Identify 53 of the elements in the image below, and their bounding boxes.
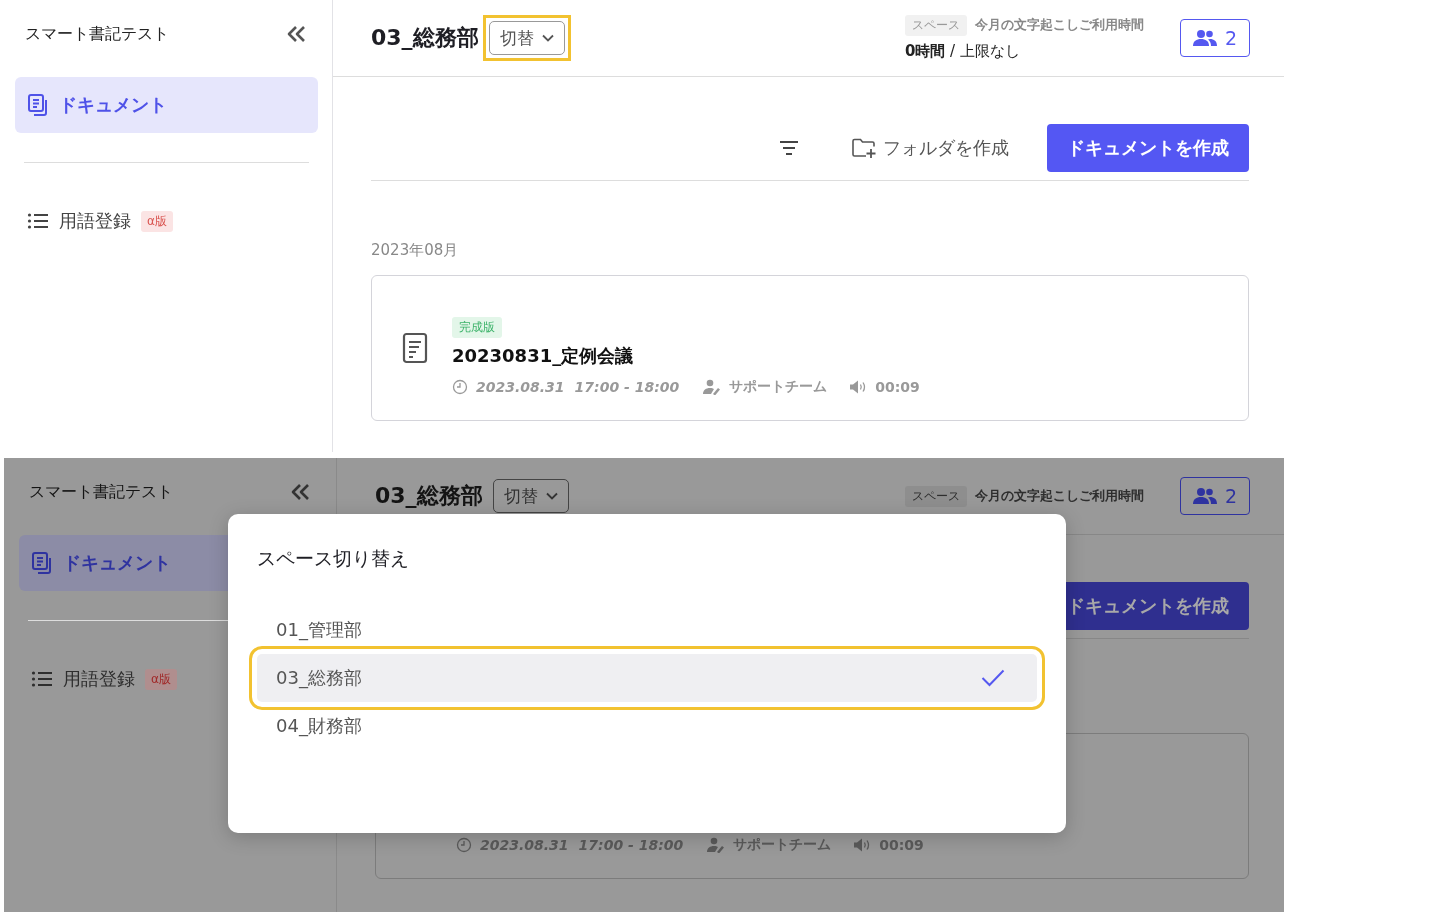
space-option[interactable]: 04_財務部 [257, 702, 1037, 750]
document-date: 2023.08.31 [476, 379, 565, 395]
collapse-icon[interactable] [290, 482, 312, 502]
people-icon [1192, 29, 1217, 47]
speaker-icon [849, 380, 868, 394]
space-option[interactable]: 01_管理部 [257, 606, 1037, 654]
members-button[interactable]: 2 [1179, 19, 1250, 57]
filter-icon[interactable] [779, 139, 799, 156]
chevron-down-icon [545, 492, 558, 500]
collapse-icon[interactable] [286, 24, 308, 44]
check-icon [981, 669, 1005, 687]
list-icon [27, 212, 49, 230]
switch-button[interactable]: 切替 [488, 21, 565, 55]
document-time: 17:00 - 18:00 [578, 837, 684, 853]
alpha-badge: α版 [141, 210, 173, 232]
nav-item[interactable]: 用語登録 α版 [15, 193, 318, 249]
folder-plus-icon [851, 136, 877, 159]
app-title: スマート書記テスト [25, 23, 169, 45]
chevron-down-icon [541, 34, 554, 42]
clock-icon [452, 379, 468, 395]
document-title: 20230831_定例会議 [452, 344, 634, 368]
status-badge: 完成版 [452, 317, 502, 338]
document-duration: 00:09 [875, 379, 920, 395]
alpha-badge: α版 [145, 668, 177, 690]
clock-icon [456, 837, 472, 853]
document-icon [27, 93, 49, 117]
usage-value: 0時間 / 上限なし [904, 42, 1021, 62]
document-card[interactable]: 完成版 20230831_定例会議 2023.08.31 17:00 - 18:00 サポートチーム 00:09 [371, 275, 1249, 421]
document-icon [402, 332, 428, 364]
people-icon [1192, 487, 1217, 505]
switch-button[interactable]: 切替 [492, 479, 569, 513]
person-icon [707, 837, 726, 853]
document-owner: サポートチーム [729, 378, 828, 396]
document-duration: 00:09 [879, 837, 924, 853]
document-owner: サポートチーム [733, 836, 832, 854]
space-title: 03_総務部 [371, 24, 479, 52]
create-folder-button[interactable]: フォルダを作成 [851, 135, 1009, 160]
space-title: 03_総務部 [375, 482, 483, 510]
space-tag: スペース [904, 14, 967, 36]
document-time: 17:00 - 18:00 [574, 379, 680, 395]
usage-label: 今月の文字起こしご利用時間 [974, 487, 1144, 505]
speaker-icon [853, 838, 872, 852]
document-date: 2023.08.31 [480, 837, 569, 853]
usage-label: 今月の文字起こしご利用時間 [974, 16, 1144, 34]
list-icon [31, 670, 53, 688]
space-tag: スペース [904, 485, 967, 507]
members-button[interactable]: 2 [1179, 477, 1250, 515]
month-heading: 2023年08月 [371, 241, 459, 259]
create-document-button[interactable]: ドキュメントを作成 [1047, 123, 1249, 172]
document-icon [31, 551, 53, 575]
person-icon [703, 379, 722, 395]
nav-item[interactable]: ドキュメント [15, 77, 318, 133]
app-title: スマート書記テスト [29, 481, 173, 503]
